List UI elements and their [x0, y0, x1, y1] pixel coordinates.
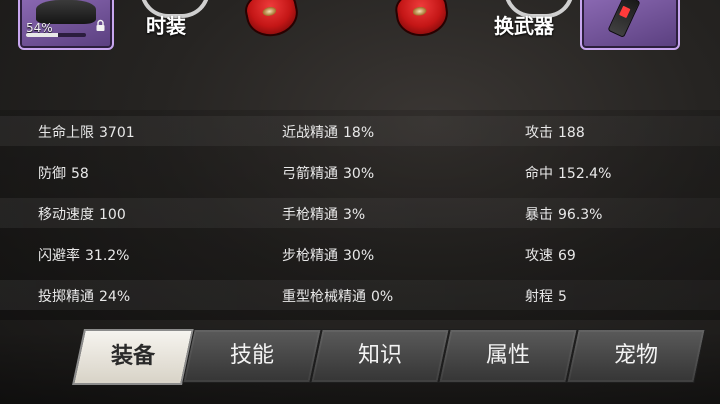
red-shoe-left-icon[interactable] — [241, 0, 303, 41]
stat-label: 攻击 — [525, 125, 553, 141]
stat-bow-mastery: 弓箭精通 30% — [282, 163, 375, 182]
tab-equipment[interactable]: 装备 — [72, 329, 194, 385]
stat-row: 闪避率 31.2% 步枪精通 30% 攻速 69 — [0, 239, 720, 269]
change-weapon-button[interactable]: 换武器 — [494, 10, 554, 39]
stat-value: 30% — [343, 248, 375, 264]
stat-max-hp: 生命上限 3701 — [38, 122, 135, 141]
tab-label: 宠物 — [613, 343, 658, 368]
stat-label: 射程 — [525, 289, 553, 305]
stat-attack-speed: 攻速 69 — [525, 245, 576, 264]
tab-label: 知识 — [357, 343, 402, 368]
stat-row: 防御 58 弓箭精通 30% 命中 152.4% — [0, 157, 720, 187]
stat-attack: 攻击 188 — [525, 122, 585, 141]
stat-defense: 防御 58 — [38, 163, 89, 182]
tab-pets[interactable]: 宠物 — [566, 329, 706, 383]
top-equipment-bar: 54% 时装 换武器 — [0, 0, 720, 58]
stat-move-speed: 移动速度 100 — [38, 204, 126, 223]
stat-heavy-gun-mastery: 重型枪械精通 0% — [282, 286, 394, 305]
stat-row: 移动速度 100 手枪精通 3% 暴击 96.3% — [0, 198, 720, 228]
stat-value: 5 — [558, 289, 567, 305]
stat-dodge-rate: 闪避率 31.2% — [38, 245, 130, 264]
stat-label: 弓箭精通 — [282, 166, 338, 182]
stat-label: 近战精通 — [282, 125, 338, 141]
stat-row: 生命上限 3701 近战精通 18% 攻击 188 — [0, 116, 720, 146]
stat-value: 152.4% — [558, 166, 612, 182]
stat-value: 0% — [371, 289, 394, 305]
lock-icon — [96, 19, 105, 31]
bottom-tab-strip: 装备 技能 知识 属性 宠物 — [60, 329, 706, 389]
stat-label: 投掷精通 — [38, 289, 94, 305]
stat-label: 重型枪械精通 — [282, 289, 366, 305]
stat-value: 58 — [71, 166, 89, 182]
slot-progress-bar — [26, 33, 86, 37]
tab-label: 属性 — [485, 343, 530, 368]
costume-button[interactable]: 时装 — [146, 10, 186, 39]
tab-label: 装备 — [110, 344, 155, 369]
stat-value: 96.3% — [558, 207, 603, 223]
stat-value: 3% — [343, 207, 366, 223]
stat-row: 投掷精通 24% 重型枪械精通 0% 射程 5 — [0, 280, 720, 310]
stat-value: 31.2% — [85, 248, 130, 264]
stat-label: 手枪精通 — [282, 207, 338, 223]
stat-label: 防御 — [38, 166, 66, 182]
stat-value: 188 — [558, 125, 585, 141]
stat-pistol-mastery: 手枪精通 3% — [282, 204, 366, 223]
stat-value: 30% — [343, 166, 375, 182]
stat-value: 69 — [558, 248, 576, 264]
stat-range: 射程 5 — [525, 286, 567, 305]
stat-value: 18% — [343, 125, 375, 141]
stat-label: 移动速度 — [38, 207, 94, 223]
slot-progress-fill — [26, 33, 59, 37]
stat-melee-mastery: 近战精通 18% — [282, 122, 375, 141]
character-screen: 54% 时装 换武器 生命上限 3701 近战精通 18% 攻击 188 防御 … — [0, 0, 720, 404]
stat-label: 闪避率 — [38, 248, 80, 264]
stat-label: 生命上限 — [38, 125, 94, 141]
stat-value: 100 — [99, 207, 126, 223]
stat-value: 24% — [99, 289, 131, 305]
red-shoe-right-icon[interactable] — [393, 0, 451, 40]
attribute-stats-panel: 生命上限 3701 近战精通 18% 攻击 188 防御 58 弓箭精通 30% 命中 15… — [0, 110, 720, 320]
tab-attributes[interactable]: 属性 — [438, 329, 578, 383]
tab-label: 技能 — [229, 343, 274, 368]
stat-label: 暴击 — [525, 207, 553, 223]
stat-rifle-mastery: 步枪精通 30% — [282, 245, 375, 264]
equipment-slot-left[interactable]: 54% — [18, 0, 114, 50]
stat-label: 命中 — [525, 166, 553, 182]
stat-label: 攻速 — [525, 248, 553, 264]
tab-knowledge[interactable]: 知识 — [310, 329, 450, 383]
weapon-device-icon — [607, 0, 641, 38]
tab-skills[interactable]: 技能 — [182, 329, 322, 383]
equipment-slot-right[interactable] — [580, 0, 680, 50]
stat-critical: 暴击 96.3% — [525, 204, 603, 223]
stat-label: 步枪精通 — [282, 248, 338, 264]
stat-throw-mastery: 投掷精通 24% — [38, 286, 131, 305]
stat-value: 3701 — [99, 125, 135, 141]
stat-accuracy: 命中 152.4% — [525, 163, 612, 182]
